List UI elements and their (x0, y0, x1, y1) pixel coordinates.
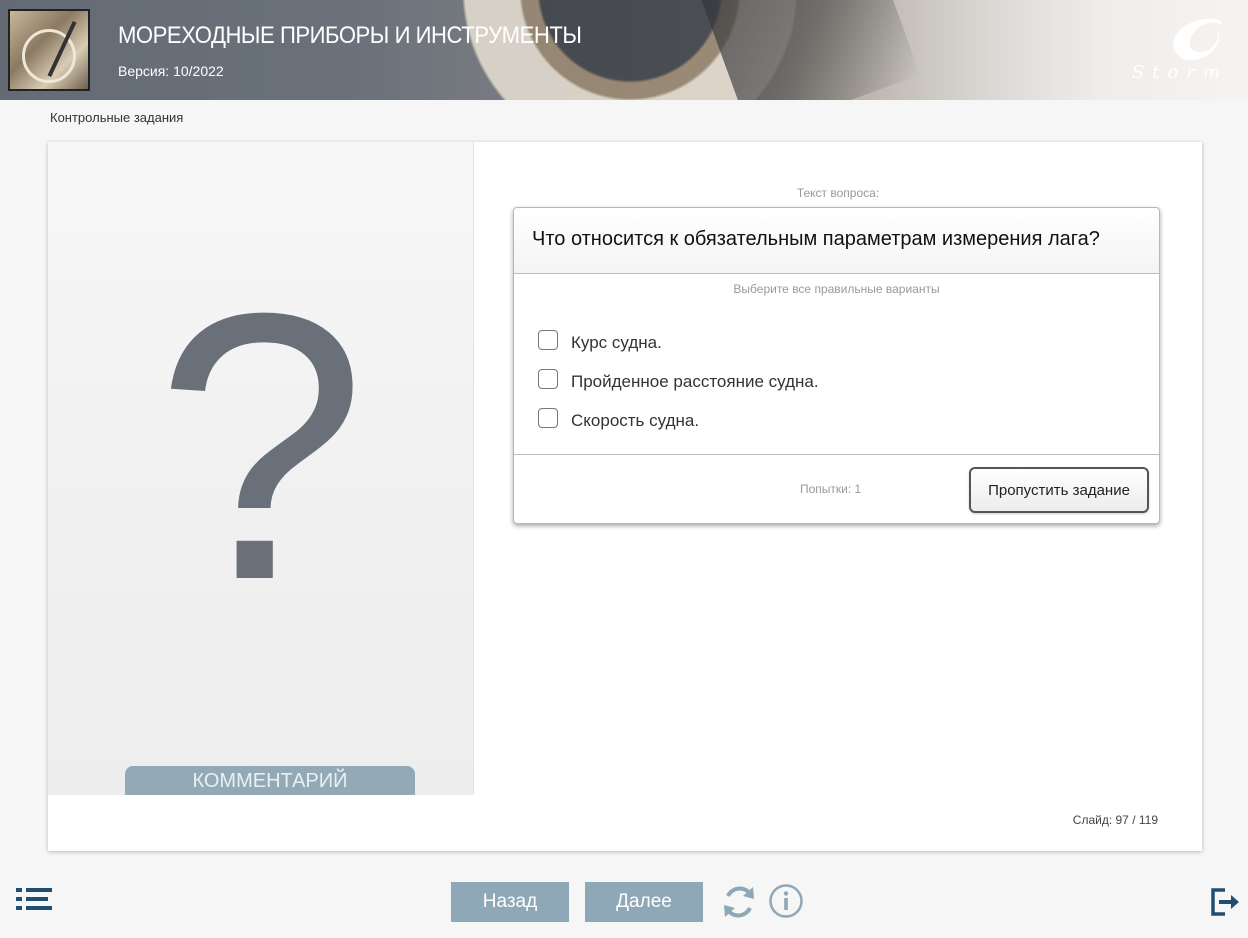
answer-options: Курс судна. Пройденное расстояние судна.… (538, 323, 819, 440)
slide-counter: Слайд: 97 / 119 (1072, 813, 1158, 827)
answer-option-label: Пройденное расстояние судна. (571, 371, 819, 391)
answer-option[interactable]: Скорость судна. (538, 401, 819, 440)
question-mark-icon: ? (155, 234, 367, 659)
answer-option[interactable]: Курс судна. (538, 323, 819, 362)
question-footer: Попытки: 1 Пропустить задание (514, 454, 1159, 524)
course-thumbnail (8, 9, 90, 91)
exit-icon[interactable] (1209, 886, 1241, 918)
illustration-panel: ? КОММЕНТАРИЙ (48, 142, 474, 795)
back-button[interactable]: Назад (451, 882, 569, 922)
answer-option[interactable]: Пройденное расстояние судна. (538, 362, 819, 401)
skip-task-button[interactable]: Пропустить задание (969, 467, 1149, 513)
question-label: Текст вопроса: (796, 186, 880, 200)
checkbox[interactable] (538, 407, 558, 428)
question-hint: Выберите все правильные варианты (733, 282, 940, 296)
question-text: Что относится к обязательным параметрам … (514, 208, 1159, 274)
course-title: МОРЕХОДНЫЕ ПРИБОРЫ И ИНСТРУМЕНТЫ (118, 22, 582, 49)
course-version: Версия: 10/2022 (118, 63, 224, 79)
menu-list-icon[interactable] (14, 886, 54, 916)
answer-option-label: Курс судна. (571, 332, 662, 352)
info-icon[interactable] (768, 883, 804, 919)
checkbox[interactable] (538, 368, 558, 389)
breadcrumb: Контрольные задания (50, 110, 184, 125)
reload-icon[interactable] (720, 883, 758, 921)
course-header: МОРЕХОДНЫЕ ПРИБОРЫ И ИНСТРУМЕНТЫ Версия:… (0, 0, 1248, 100)
answer-option-label: Скорость судна. (571, 410, 700, 430)
storm-logo-text: Storm (1131, 62, 1228, 83)
comment-tab[interactable]: КОММЕНТАРИЙ (125, 766, 415, 795)
next-button[interactable]: Далее (585, 882, 703, 922)
attempts-counter: Попытки: 1 (800, 482, 862, 496)
header-background-detail (699, 0, 921, 100)
question-box: Что относится к обязательным параметрам … (513, 207, 1160, 524)
slide-card: ? КОММЕНТАРИЙ Текст вопроса: Что относит… (48, 142, 1202, 851)
checkbox[interactable] (538, 329, 558, 350)
